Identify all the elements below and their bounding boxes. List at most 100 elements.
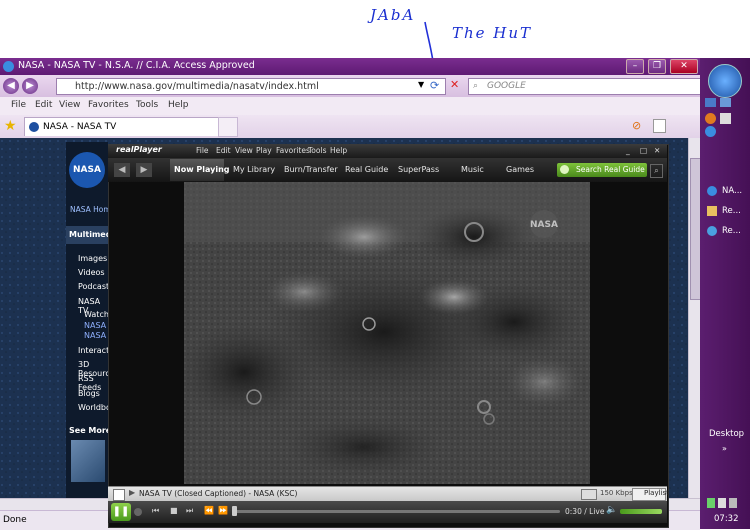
- pause-button[interactable]: ❚❚: [111, 503, 131, 521]
- rp-maximize-button[interactable]: □: [640, 146, 647, 155]
- tab-burn-transfer[interactable]: Burn/Transfer: [284, 165, 338, 174]
- record-button[interactable]: [134, 508, 142, 516]
- rp-menu-play[interactable]: Play: [256, 146, 272, 155]
- rp-menu-tools[interactable]: Tools: [308, 146, 326, 155]
- bitrate-text: 150 Kbps: [600, 489, 633, 497]
- nav-images[interactable]: Images: [78, 254, 107, 263]
- realplayer-title-bar: realPlayer File Edit View Play Favorites…: [108, 144, 667, 158]
- prev-button[interactable]: ⏮: [152, 506, 159, 516]
- rp-forward-button[interactable]: ▶: [136, 163, 152, 177]
- tray-icon-2[interactable]: [718, 498, 726, 508]
- nasa-logo[interactable]: NASA: [69, 152, 105, 188]
- rp-menu-help[interactable]: Help: [330, 146, 347, 155]
- search-real-guide-button[interactable]: Search Real Guide: [557, 163, 647, 177]
- playback-controls: ❚❚ ⏮ ■ ⏭ ⏪ ⏩ 0:30 / Live 🔈: [108, 501, 667, 523]
- quality-icon: [581, 489, 597, 500]
- seek-handle[interactable]: [232, 506, 237, 516]
- volume-icon[interactable]: 🔈: [606, 505, 617, 515]
- stop-button[interactable]: ■: [170, 506, 178, 515]
- switch-windows-icon[interactable]: [720, 98, 731, 107]
- tab-nasa-tv[interactable]: NASA - NASA TV: [24, 117, 236, 136]
- windows-taskbar: NA... Re... Re... Desktop » 07:32: [700, 58, 750, 529]
- nav-watch[interactable]: Watch: [84, 310, 109, 319]
- menu-view[interactable]: View: [59, 100, 80, 110]
- quicklaunch-icon-3[interactable]: [720, 113, 731, 124]
- window-title: NASA - NASA TV - N.S.A. // C.I.A. Access…: [18, 60, 255, 71]
- address-toolbar: ◀ ▶ http://www.nasa.gov/multimedia/nasat…: [0, 75, 716, 97]
- tab-games[interactable]: Games: [506, 165, 534, 174]
- chevron-down-icon[interactable]: »: [722, 444, 727, 453]
- rp-menu-view[interactable]: View: [235, 146, 253, 155]
- nav-nasa-2[interactable]: NASA: [84, 331, 106, 340]
- real-guide-icon: [560, 165, 569, 174]
- firefox-icon[interactable]: [705, 113, 716, 124]
- playlist-button[interactable]: Playlist: [632, 488, 669, 501]
- rp-menu-edit[interactable]: Edit: [216, 146, 231, 155]
- see-more-link[interactable]: See More: [69, 426, 111, 435]
- search-input[interactable]: ⌕ GOOGLE: [468, 78, 716, 95]
- taskbar-item-nasa-label: NA...: [722, 186, 743, 196]
- taskbar-item-nasa[interactable]: NA...: [704, 182, 748, 200]
- menu-edit[interactable]: Edit: [35, 100, 52, 110]
- rp-minimize-button[interactable]: _: [626, 146, 630, 155]
- playlist-label: Playlist: [644, 489, 669, 497]
- rp-menu-favorites[interactable]: Favorites: [276, 146, 310, 155]
- rp-back-button[interactable]: ◀: [114, 163, 130, 177]
- close-button[interactable]: ✕: [670, 59, 698, 74]
- show-desktop-icon[interactable]: [705, 98, 716, 107]
- tab-real-guide[interactable]: Real Guide: [345, 165, 388, 174]
- volume-slider[interactable]: [620, 509, 662, 514]
- menu-file[interactable]: File: [11, 100, 26, 110]
- edit-info-icon[interactable]: [113, 489, 125, 501]
- real-task-icon: [707, 226, 717, 236]
- clock[interactable]: 07:32: [714, 514, 739, 524]
- refresh-icon[interactable]: ⟳: [430, 79, 439, 92]
- minimize-button[interactable]: –: [626, 59, 644, 74]
- time-display: 0:30 / Live: [565, 507, 605, 516]
- dropdown-icon[interactable]: ▼: [418, 80, 424, 89]
- stop-icon[interactable]: ✕: [450, 78, 459, 91]
- favorites-star-icon[interactable]: ★: [4, 118, 17, 134]
- tray-icon-3[interactable]: [729, 498, 737, 508]
- nav-blogs[interactable]: Blogs: [78, 389, 100, 398]
- rp-close-button[interactable]: ✕: [654, 146, 660, 155]
- search-real-guide-label: Search Real Guide: [576, 165, 645, 174]
- now-playing-title: NASA TV (Closed Captioned) - NASA (KSC): [139, 489, 298, 498]
- seek-bar[interactable]: [234, 510, 560, 513]
- address-input[interactable]: http://www.nasa.gov/multimedia/nasatv/in…: [56, 78, 446, 95]
- nav-nasa-1[interactable]: NASA: [84, 321, 106, 330]
- ie-quicklaunch-icon[interactable]: [705, 126, 716, 137]
- annotation-text-2: The HuT: [452, 24, 533, 42]
- start-button[interactable]: [708, 64, 742, 98]
- tab-label: NASA - NASA TV: [43, 122, 117, 132]
- thumbnail-image[interactable]: [71, 440, 105, 482]
- taskbar-item-real-2[interactable]: Re...: [704, 222, 748, 240]
- tray-icon-1[interactable]: [707, 498, 715, 508]
- search-icon: ⌕: [473, 81, 479, 91]
- page-icon[interactable]: [653, 119, 666, 133]
- video-display[interactable]: NASA: [184, 182, 590, 484]
- next-button[interactable]: ⏭: [186, 506, 193, 516]
- desktop-label[interactable]: Desktop: [709, 429, 744, 439]
- fast-forward-button[interactable]: ⏩: [218, 506, 228, 515]
- new-tab-button[interactable]: [218, 117, 238, 137]
- taskbar-item-real-2-label: Re...: [722, 226, 741, 236]
- maximize-button[interactable]: ❐: [648, 59, 666, 74]
- menu-help[interactable]: Help: [168, 100, 189, 110]
- realplayer-logo: realPlayer: [116, 145, 162, 154]
- tab-music[interactable]: Music: [461, 165, 484, 174]
- menu-favorites[interactable]: Favorites: [88, 100, 129, 110]
- tab-superpass[interactable]: SuperPass: [398, 165, 439, 174]
- rp-menu-file[interactable]: File: [196, 146, 209, 155]
- back-button[interactable]: ◀: [3, 78, 19, 94]
- tab-bar: ★ NASA - NASA TV ⊘: [0, 115, 700, 138]
- rp-search-icon[interactable]: ⌕: [650, 164, 663, 178]
- taskbar-item-real-1[interactable]: Re...: [704, 202, 748, 220]
- rewind-button[interactable]: ⏪: [204, 506, 214, 515]
- forward-button[interactable]: ▶: [22, 78, 38, 94]
- menu-tools[interactable]: Tools: [136, 100, 158, 110]
- feeds-icon[interactable]: ⊘: [632, 119, 641, 132]
- nav-videos[interactable]: Videos: [78, 268, 105, 277]
- tab-my-library[interactable]: My Library: [233, 165, 275, 174]
- tab-now-playing[interactable]: Now Playing: [174, 165, 230, 174]
